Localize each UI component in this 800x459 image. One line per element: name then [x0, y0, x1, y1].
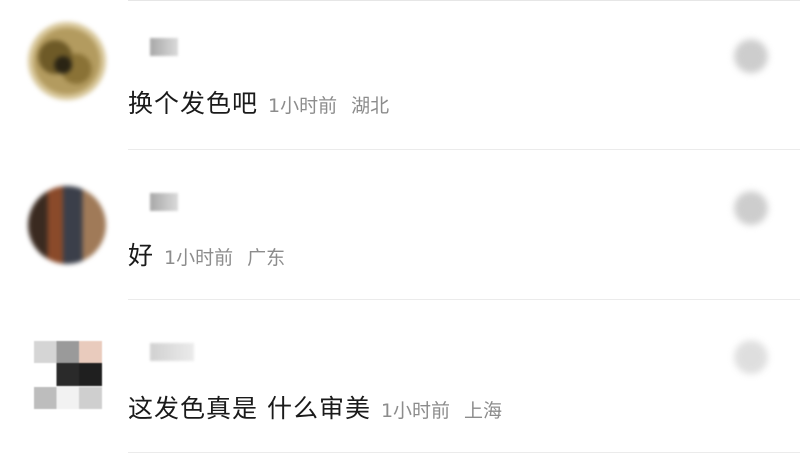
divider	[128, 452, 800, 453]
comment-location: 上海	[464, 400, 503, 422]
divider	[128, 299, 800, 300]
comment-line: 换个发色吧 1小时前 湖北	[128, 84, 389, 120]
username-redacted[interactable]	[150, 38, 178, 56]
comment-location: 广东	[247, 247, 286, 269]
comment-text[interactable]: 好	[128, 236, 154, 272]
username-redacted[interactable]	[150, 343, 194, 361]
comment-item: 这发色真是 什么审美 1小时前 上海	[0, 303, 800, 453]
comment-item: 好 1小时前 广东	[0, 150, 800, 300]
avatar[interactable]	[34, 341, 102, 409]
comment-line: 这发色真是 什么审美 1小时前 上海	[128, 389, 502, 425]
comment-time: 1小时前	[380, 400, 451, 422]
comment-location: 湖北	[351, 95, 390, 117]
comment-line: 好 1小时前 广东	[128, 236, 285, 272]
like-icon[interactable]	[728, 333, 774, 377]
like-icon[interactable]	[728, 184, 774, 228]
username-redacted[interactable]	[150, 193, 178, 211]
comment-time: 1小时前	[268, 95, 338, 117]
avatar[interactable]	[28, 186, 106, 264]
comment-item: 换个发色吧 1小时前 湖北	[0, 0, 800, 150]
comment-list: 换个发色吧 1小时前 湖北 好 1小时前 广东 这发色真是 什么审美 1小时前 …	[0, 0, 800, 459]
comment-text[interactable]: 这发色真是 什么审美	[128, 389, 371, 425]
like-icon[interactable]	[728, 32, 774, 76]
avatar[interactable]	[28, 22, 106, 100]
comment-text[interactable]: 换个发色吧	[128, 84, 258, 120]
comment-time: 1小时前	[164, 247, 234, 269]
